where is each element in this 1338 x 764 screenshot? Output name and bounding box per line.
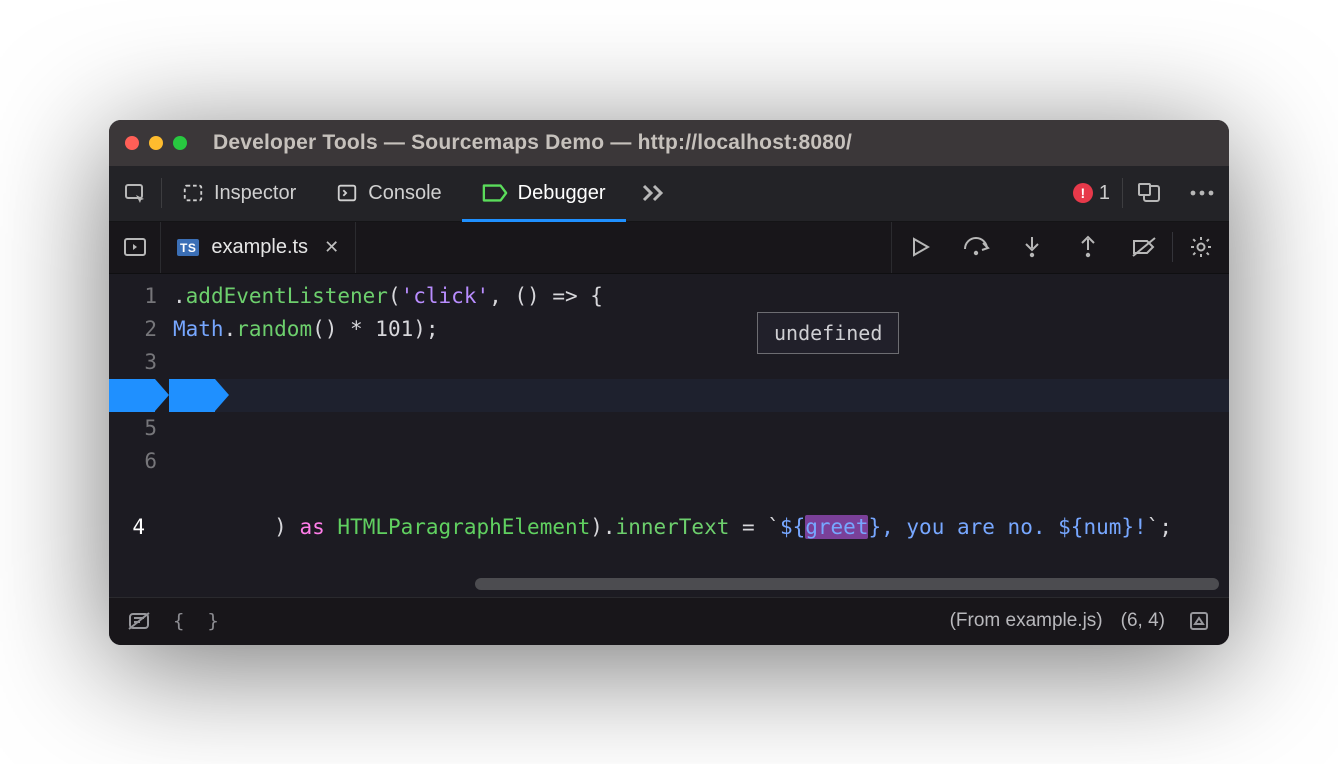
code-line[interactable]: .addEventListener('click', () => { [169, 280, 1229, 313]
minimize-window-button[interactable] [149, 136, 163, 150]
step-out-icon [1077, 235, 1099, 259]
tab-debugger-label: Debugger [518, 182, 606, 205]
window-title: Developer Tools — Sourcemaps Demo — http… [213, 131, 852, 155]
error-counter[interactable]: ! 1 [1061, 182, 1122, 205]
typescript-badge-icon: TS [177, 239, 199, 256]
play-icon [910, 236, 930, 258]
debugger-settings-button[interactable] [1173, 222, 1229, 273]
horizontal-scrollbar[interactable] [175, 577, 1219, 591]
tab-inspector[interactable]: Inspector [162, 166, 316, 221]
dock-icon [1137, 182, 1161, 204]
error-icon: ! [1073, 183, 1093, 203]
gutter-line[interactable]: 6 [109, 445, 169, 478]
file-bar: TS example.ts ✕ [109, 222, 1229, 274]
tab-debugger[interactable]: Debugger [462, 166, 626, 221]
gutter[interactable]: 1 2 3 5 6 [109, 274, 169, 597]
devtools-window: Developer Tools — Sourcemaps Demo — http… [109, 120, 1229, 645]
step-over-icon [962, 236, 990, 258]
panel-toggle-icon [123, 236, 147, 258]
debugger-icon [482, 182, 508, 204]
step-in-icon [1021, 235, 1043, 259]
step-out-button[interactable] [1060, 222, 1116, 273]
step-over-button[interactable] [948, 222, 1004, 273]
resume-button[interactable] [892, 222, 948, 273]
gutter-line[interactable]: 2 [109, 313, 169, 346]
status-bar: { } (From example.js) (6, 4) [109, 597, 1229, 645]
gutter-line[interactable]: 1 [109, 280, 169, 313]
window-controls [125, 136, 187, 150]
code-line[interactable]: Math.random() * 101); [169, 313, 1229, 346]
kebab-menu-button[interactable] [1175, 166, 1229, 221]
kebab-menu-icon [1189, 188, 1215, 198]
scrollbar-thumb[interactable] [475, 578, 1219, 590]
pick-element-button[interactable] [109, 166, 161, 221]
titlebar: Developer Tools — Sourcemaps Demo — http… [109, 120, 1229, 166]
tab-console-label: Console [368, 182, 441, 205]
deactivate-breakpoints-button[interactable] [1116, 222, 1172, 273]
file-tab-close-button[interactable]: ✕ [324, 237, 339, 258]
tab-inspector-label: Inspector [214, 182, 296, 205]
sources-toggle-button[interactable] [109, 222, 161, 273]
pick-element-icon [123, 181, 147, 205]
debugger-controls [891, 222, 1229, 273]
code-area[interactable]: .addEventListener('click', () => { Math.… [169, 274, 1229, 597]
pretty-print-button[interactable]: { } [173, 610, 219, 632]
gutter-line[interactable]: 5 [109, 412, 169, 445]
sourcemap-button[interactable] [1183, 605, 1215, 637]
chevron-double-right-icon [640, 182, 666, 204]
code-editor[interactable]: 1 2 3 5 6 .addEventListener('click', () … [109, 274, 1229, 597]
breakpoint-line-number: 4 [109, 511, 155, 544]
gutter-line[interactable]: 3 [109, 346, 169, 379]
gear-icon [1189, 235, 1213, 259]
close-window-button[interactable] [125, 136, 139, 150]
file-tab-label: example.ts [211, 236, 308, 259]
code-line-breakpoint[interactable]: 4 ) as HTMLParagraphElement).innerText =… [169, 379, 1229, 412]
file-tab-example[interactable]: TS example.ts ✕ [161, 222, 356, 273]
dock-button[interactable] [1123, 166, 1175, 221]
zoom-window-button[interactable] [173, 136, 187, 150]
blackbox-icon [127, 611, 151, 631]
console-icon [336, 182, 358, 204]
inspector-icon [182, 182, 204, 204]
source-from-label: (From example.js) [950, 610, 1103, 632]
sourcemap-icon [1188, 610, 1210, 632]
blackbox-toggle-button[interactable] [123, 605, 155, 637]
step-in-button[interactable] [1004, 222, 1060, 273]
code-line[interactable] [169, 346, 1229, 379]
tab-console[interactable]: Console [316, 166, 461, 221]
devtools-toolbar: Inspector Console Debugger ! 1 [109, 166, 1229, 222]
error-count: 1 [1099, 182, 1110, 205]
more-tabs-button[interactable] [626, 166, 680, 221]
breakpoints-off-icon [1131, 236, 1157, 258]
cursor-position: (6, 4) [1121, 610, 1165, 632]
